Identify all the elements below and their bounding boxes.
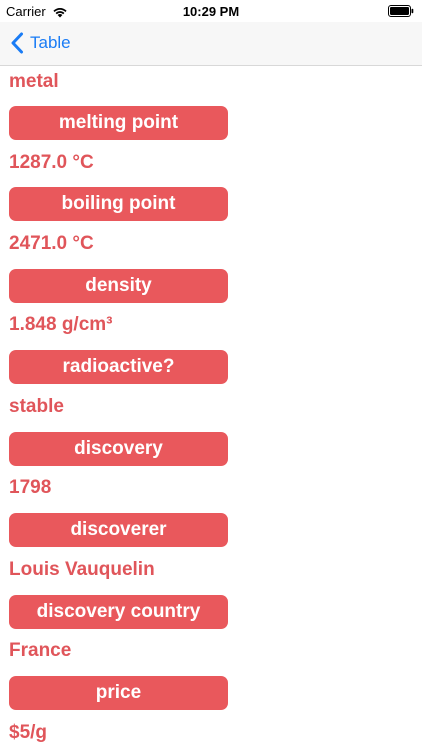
boiling-point-value: 2471.0 °C	[9, 233, 94, 254]
screen: Carrier 10:29 PM Table metal melting poi…	[0, 0, 422, 750]
chevron-left-icon	[11, 32, 23, 54]
discoverer-value: Louis Vauquelin	[9, 559, 155, 580]
category-value: metal	[9, 71, 59, 92]
radioactive-label: radioactive?	[9, 350, 228, 384]
density-value: 1.848 g/cm³	[9, 314, 113, 335]
back-button[interactable]: Table	[10, 32, 71, 54]
back-button-label: Table	[30, 33, 71, 52]
radioactive-value: stable	[9, 396, 64, 417]
status-time: 10:29 PM	[182, 4, 240, 19]
discoverer-label: discoverer	[9, 513, 228, 547]
melting-point-value: 1287.0 °C	[9, 152, 94, 173]
melting-point-label: melting point	[9, 106, 228, 140]
boiling-point-label: boiling point	[9, 187, 228, 221]
navigation-bar: Table	[0, 22, 422, 66]
density-label: density	[9, 269, 228, 303]
discovery-label: discovery	[9, 432, 228, 466]
discovery-country-label: discovery country	[9, 595, 228, 629]
battery-icon	[388, 5, 414, 17]
price-value: $5/g	[9, 722, 48, 743]
discovery-country-value: France	[9, 640, 72, 661]
price-label: price	[9, 676, 228, 710]
status-bar: Carrier 10:29 PM	[0, 0, 422, 22]
discovery-value: 1798	[9, 477, 52, 498]
